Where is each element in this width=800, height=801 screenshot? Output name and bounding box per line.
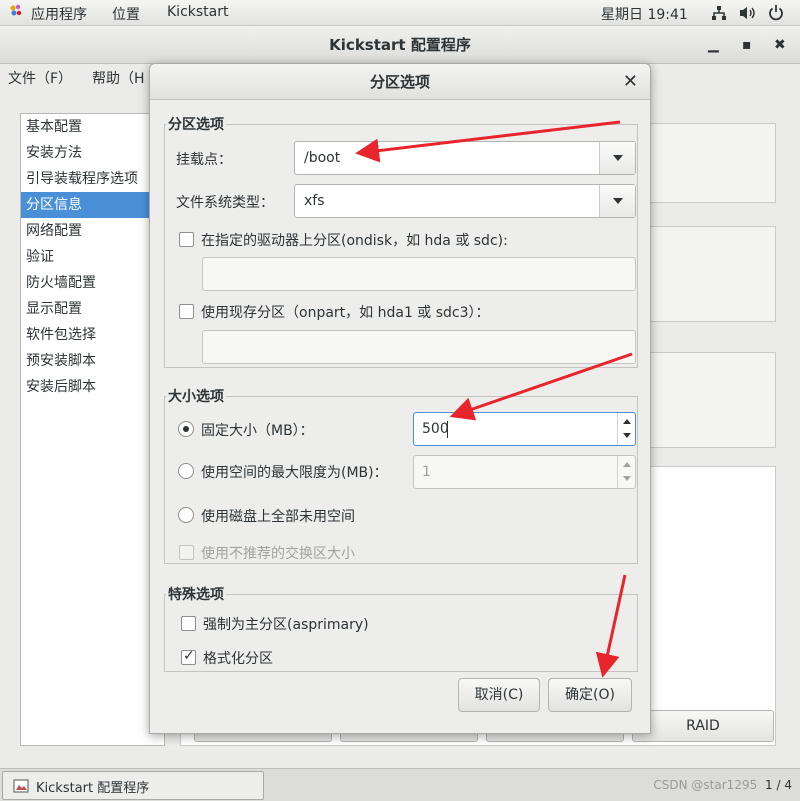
gnome-foot-icon[interactable] (8, 3, 24, 23)
applications-menu[interactable]: 应用程序 (31, 4, 87, 24)
recommended-swap-checkbox[interactable] (179, 545, 194, 560)
mount-point-dropdown-button[interactable] (599, 142, 635, 174)
sidebar-item[interactable]: 显示配置 (21, 296, 164, 322)
fill-disk-label: 使用磁盘上全部未用空间 (201, 509, 355, 525)
asprimary-label: 强制为主分区(asprimary) (203, 617, 369, 633)
fixed-size-value[interactable]: 500 (422, 413, 449, 445)
max-size-spinner[interactable]: 1 (413, 455, 636, 489)
network-icon[interactable] (711, 5, 727, 25)
power-icon[interactable] (768, 4, 784, 25)
raid-button[interactable]: RAID (632, 710, 774, 742)
ok-button[interactable]: 确定(O) (548, 678, 632, 712)
places-menu[interactable]: 位置 (112, 4, 140, 24)
max-size-value: 1 (422, 464, 431, 480)
increment-icon[interactable] (623, 462, 631, 467)
max-size-label: 使用空间的最大限度为(MB)： (201, 465, 388, 481)
main-window-title: Kickstart 配置程序 (329, 36, 471, 54)
sidebar-item[interactable]: 安装后脚本 (21, 374, 164, 400)
taskbar: Kickstart 配置程序 CSDN @star1295 1 / 4 (0, 768, 800, 801)
fs-type-label: 文件系统类型： (176, 195, 274, 211)
recommended-swap-label: 使用不推荐的交换区大小 (201, 546, 355, 562)
onpart-input[interactable] (202, 330, 636, 364)
decrement-icon[interactable] (623, 433, 631, 438)
background-panel (650, 123, 776, 203)
app-window-icon (13, 778, 29, 798)
partition-options-heading: 分区选项 (166, 114, 226, 134)
max-size-radio[interactable] (178, 463, 194, 479)
minimize-icon[interactable]: ▁ (708, 36, 719, 54)
background-panel (650, 352, 776, 448)
chevron-down-icon (613, 155, 623, 161)
chevron-down-icon (613, 198, 623, 204)
main-window-titlebar[interactable]: Kickstart 配置程序 ▁ ▪ ✖ (0, 26, 800, 64)
dialog-titlebar[interactable]: 分区选项 ✕ (150, 64, 650, 100)
clock[interactable]: 星期日 19:41 (601, 4, 688, 24)
onpart-checkbox[interactable] (179, 304, 194, 319)
fs-type-dropdown-button[interactable] (599, 185, 635, 217)
ondisk-checkbox[interactable] (179, 232, 194, 247)
text-cursor (447, 421, 448, 438)
increment-icon[interactable] (623, 419, 631, 424)
fixed-size-spinner[interactable]: 500 (413, 412, 636, 446)
workspace-pager[interactable]: 1 / 4 (765, 778, 792, 792)
ondisk-input[interactable] (202, 257, 636, 291)
fill-disk-radio[interactable] (178, 507, 194, 523)
watermark-text: CSDN @star1295 (653, 778, 758, 792)
size-options-heading: 大小选项 (166, 386, 226, 406)
sidebar-item[interactable]: 安装方法 (21, 140, 164, 166)
sidebar: 基本配置 安装方法 引导装载程序选项 分区信息 网络配置 验证 防火墙配置 显示配置 软件包选择… (20, 113, 165, 746)
onpart-label: 使用现存分区（onpart，如 hda1 或 sdc3）： (201, 305, 490, 321)
watermark: CSDN @star1295 1 / 4 (653, 778, 792, 792)
sidebar-item[interactable]: 验证 (21, 244, 164, 270)
sidebar-item[interactable]: 软件包选择 (21, 322, 164, 348)
menu-help[interactable]: 帮助（H (92, 68, 145, 88)
taskbar-window-label: Kickstart 配置程序 (36, 781, 150, 796)
fs-type-combo[interactable]: xfs (294, 184, 636, 218)
fixed-size-label: 固定大小（MB）： (201, 423, 314, 439)
close-icon[interactable]: ✖ (774, 36, 786, 54)
partition-options-dialog: 分区选项 ✕ 分区选项 挂载点： /boot 文件系统类型： xfs 在指定的驱… (149, 63, 651, 734)
menu-file[interactable]: 文件（F） (8, 68, 72, 88)
mount-point-value[interactable]: /boot (304, 142, 340, 174)
ondisk-label: 在指定的驱动器上分区(ondisk，如 hda 或 sdc): (201, 233, 508, 249)
dialog-title: 分区选项 (369, 73, 430, 91)
max-size-stepper[interactable] (617, 456, 635, 488)
top-bar: 应用程序 位置 Kickstart 星期日 19:41 (0, 0, 800, 26)
app-menu[interactable]: Kickstart (167, 4, 228, 20)
background-panel (650, 226, 776, 322)
sidebar-item[interactable]: 引导装载程序选项 (21, 166, 164, 192)
sidebar-item[interactable]: 分区信息 (21, 192, 164, 218)
special-options-heading: 特殊选项 (166, 584, 226, 604)
cancel-button[interactable]: 取消(C) (458, 678, 540, 712)
sidebar-item[interactable]: 预安装脚本 (21, 348, 164, 374)
decrement-icon[interactable] (623, 476, 631, 481)
sidebar-item[interactable]: 基本配置 (21, 114, 164, 140)
fixed-size-stepper[interactable] (617, 413, 635, 445)
format-partition-checkbox[interactable] (181, 648, 196, 665)
dialog-close-icon[interactable]: ✕ (623, 64, 638, 100)
format-partition-label: 格式化分区 (203, 651, 273, 667)
asprimary-checkbox[interactable] (181, 616, 196, 631)
fixed-size-radio[interactable] (178, 421, 194, 437)
mount-point-label: 挂载点： (176, 152, 232, 168)
taskbar-window-button[interactable]: Kickstart 配置程序 (2, 771, 264, 800)
mount-point-combo[interactable]: /boot (294, 141, 636, 175)
fs-type-value: xfs (304, 193, 325, 209)
maximize-icon[interactable]: ▪ (742, 36, 752, 54)
sidebar-item[interactable]: 防火墙配置 (21, 270, 164, 296)
volume-icon[interactable] (739, 5, 757, 25)
sidebar-item[interactable]: 网络配置 (21, 218, 164, 244)
